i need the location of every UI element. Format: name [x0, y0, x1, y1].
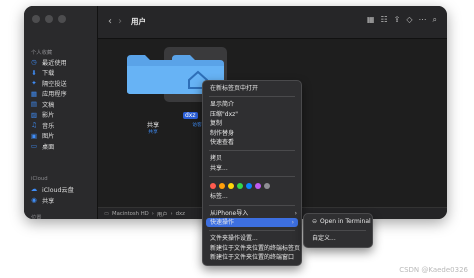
chevron-right-icon: › [291, 218, 294, 226]
menu-divider [310, 230, 366, 231]
sidebar-section-icloud: iCloud [31, 176, 48, 182]
menu-item-compress[interactable]: 压缩"dxz" [203, 110, 301, 119]
submenu-item-label: Open in Terminal [320, 218, 371, 225]
menu-item-import-iphone[interactable]: 从iPhone导入 › [203, 209, 301, 218]
menu-item-label: 快速操作 [210, 218, 235, 226]
tag-color-swatch[interactable] [264, 183, 270, 190]
sidebar: 个人收藏 ◷ 最近使用 ⬇ 下载 ✦ 隔空投送 ▦ 应用程序 ▤ 文稿 ▨ 影片 ♫ 音乐 ▣ 图片 ▭ 桌面 i… [24, 6, 98, 219]
menu-item-quick-look[interactable]: 快速查看 [203, 138, 301, 147]
submenu-item-customize[interactable]: 自定义... [304, 234, 372, 244]
view-grid-icon[interactable]: ▦ [367, 15, 375, 25]
tag-icon[interactable]: ◇ [406, 15, 412, 25]
file-name-dxz[interactable]: dxz [183, 112, 198, 119]
tag-color-row [203, 180, 301, 192]
sidebar-item[interactable]: ◉ 共享 [29, 195, 93, 205]
sidebar-item-icon: ▦ [30, 89, 38, 98]
sidebar-item-icon: ▨ [30, 110, 38, 119]
file-sub-shared: 共享 [148, 130, 158, 135]
menu-item-label: 从iPhone导入 [210, 209, 249, 217]
menu-item-new-terminal-tab[interactable]: 新建位于文件夹位置的终端标签页 [203, 244, 301, 253]
sidebar-section-favorites: 个人收藏 [31, 50, 53, 56]
sidebar-item-label: iCloud云盘 [42, 186, 74, 194]
menu-divider [209, 96, 295, 98]
sidebar-item[interactable]: ▣ 图片 [29, 131, 93, 141]
sidebar-item[interactable]: ⬇ 下载 [29, 68, 93, 78]
menu-divider [209, 176, 295, 178]
sidebar-item[interactable]: ▨ 影片 [29, 110, 93, 120]
path-separator: › [151, 210, 154, 217]
menu-item-get-info[interactable]: 显示简介 [203, 100, 301, 109]
chevron-right-icon: › [294, 209, 297, 217]
sidebar-section-locations: 位置 [31, 215, 42, 219]
sidebar-item-icon: ✦ [31, 79, 37, 87]
sidebar-item[interactable]: ▭ 桌面 [29, 141, 93, 151]
share-icon[interactable]: ⇪ [394, 15, 401, 25]
path-separator: › [170, 210, 173, 217]
search-icon[interactable]: ⌕ [433, 15, 437, 25]
sidebar-item-label: 隔空投送 [42, 80, 67, 88]
toolbar: ‹ › 用户 ▦ ☷ ⇪ ◇ ⋯ ⌕ [98, 6, 447, 39]
path-item[interactable]: dxz [176, 211, 185, 217]
tag-color-swatch[interactable] [246, 183, 252, 190]
menu-divider [209, 204, 295, 206]
tag-color-swatch[interactable] [237, 183, 243, 190]
terminal-icon: ⊖ [312, 218, 318, 225]
back-button[interactable]: ‹ [108, 16, 112, 27]
menu-item-tags[interactable]: 标签... [203, 192, 301, 201]
menu-item-duplicate[interactable]: 复制 [203, 119, 301, 128]
tag-color-swatch[interactable] [255, 183, 261, 190]
sidebar-item[interactable]: ▤ 文稿 [29, 99, 93, 109]
sidebar-item-icon: ☁ [30, 185, 38, 193]
toolbar-actions: ▦ ☷ ⇪ ◇ ⋯ ⌕ [367, 15, 437, 25]
window-controls [32, 15, 66, 23]
path-item[interactable]: 用户 [157, 210, 168, 218]
sidebar-item[interactable]: ☁ iCloud云盘 [29, 184, 93, 194]
context-menu: 在新标签页中打开 显示简介 压缩"dxz" 复制 制作替身 快速查看 拷贝 共享… [202, 80, 302, 267]
forward-button[interactable]: › [118, 16, 122, 27]
sidebar-item-icon: ⬇ [31, 68, 37, 77]
watermark: CSDN @Kaede0326 [399, 266, 468, 274]
menu-divider [209, 230, 295, 232]
menu-divider [209, 150, 295, 152]
tag-color-swatch[interactable] [219, 183, 225, 190]
menu-item-new-terminal-window[interactable]: 新建位于文件夹位置的终端窗口 [203, 253, 301, 262]
close-window-button[interactable] [32, 15, 40, 23]
sidebar-item[interactable]: ✦ 隔空投送 [29, 78, 93, 88]
path-disk-icon: ▭ [104, 210, 110, 217]
window-title: 用户 [131, 17, 146, 26]
submenu-item-open-terminal[interactable]: ⊖ Open in Terminal [304, 217, 372, 227]
sidebar-item-label: 最近使用 [42, 59, 67, 67]
menu-item-open-new-tab[interactable]: 在新标签页中打开 [203, 84, 301, 93]
more-actions-icon[interactable]: ⋯ [419, 15, 427, 25]
sidebar-item[interactable]: ♫ 音乐 [29, 120, 93, 130]
sidebar-item-icon: ▣ [30, 131, 38, 140]
menu-item-quick-actions[interactable]: 快速操作 › [206, 217, 298, 228]
tag-color-swatch[interactable] [210, 183, 216, 190]
path-item[interactable]: Macintosh HD [112, 211, 149, 217]
sidebar-item-icon: ▭ [30, 142, 38, 150]
menu-item-make-alias[interactable]: 制作替身 [203, 129, 301, 138]
tag-color-swatch[interactable] [228, 183, 234, 190]
menu-item-folder-actions[interactable]: 文件夹操作设置... [203, 234, 301, 243]
sidebar-item-label: 音乐 [42, 122, 55, 130]
sidebar-item-label: 图片 [42, 133, 55, 140]
menu-item-share[interactable]: 共享... [203, 164, 301, 173]
minimize-window-button[interactable] [45, 15, 53, 23]
sidebar-item[interactable]: ▦ 应用程序 [29, 89, 93, 99]
menu-item-copy[interactable]: 拷贝 [203, 154, 301, 163]
sidebar-item-label: 桌面 [42, 143, 55, 151]
sidebar-item-label: 应用程序 [42, 91, 67, 98]
quick-actions-submenu: ⊖ Open in Terminal 自定义... [303, 213, 373, 248]
zoom-window-button[interactable] [58, 15, 66, 23]
sidebar-item-icon: ▤ [30, 100, 38, 108]
sidebar-item-icon: ◉ [31, 196, 37, 204]
sidebar-item-icon: ♫ [31, 121, 37, 129]
sidebar-item-label: 影片 [42, 112, 55, 119]
sidebar-item-label: 下载 [42, 70, 55, 77]
group-view-icon[interactable]: ☷ [380, 15, 387, 25]
sidebar-item-label: 共享 [42, 197, 55, 205]
sidebar-item-label: 文稿 [42, 101, 55, 109]
sidebar-item[interactable]: ◷ 最近使用 [29, 57, 93, 67]
sidebar-item-icon: ◷ [31, 58, 37, 66]
